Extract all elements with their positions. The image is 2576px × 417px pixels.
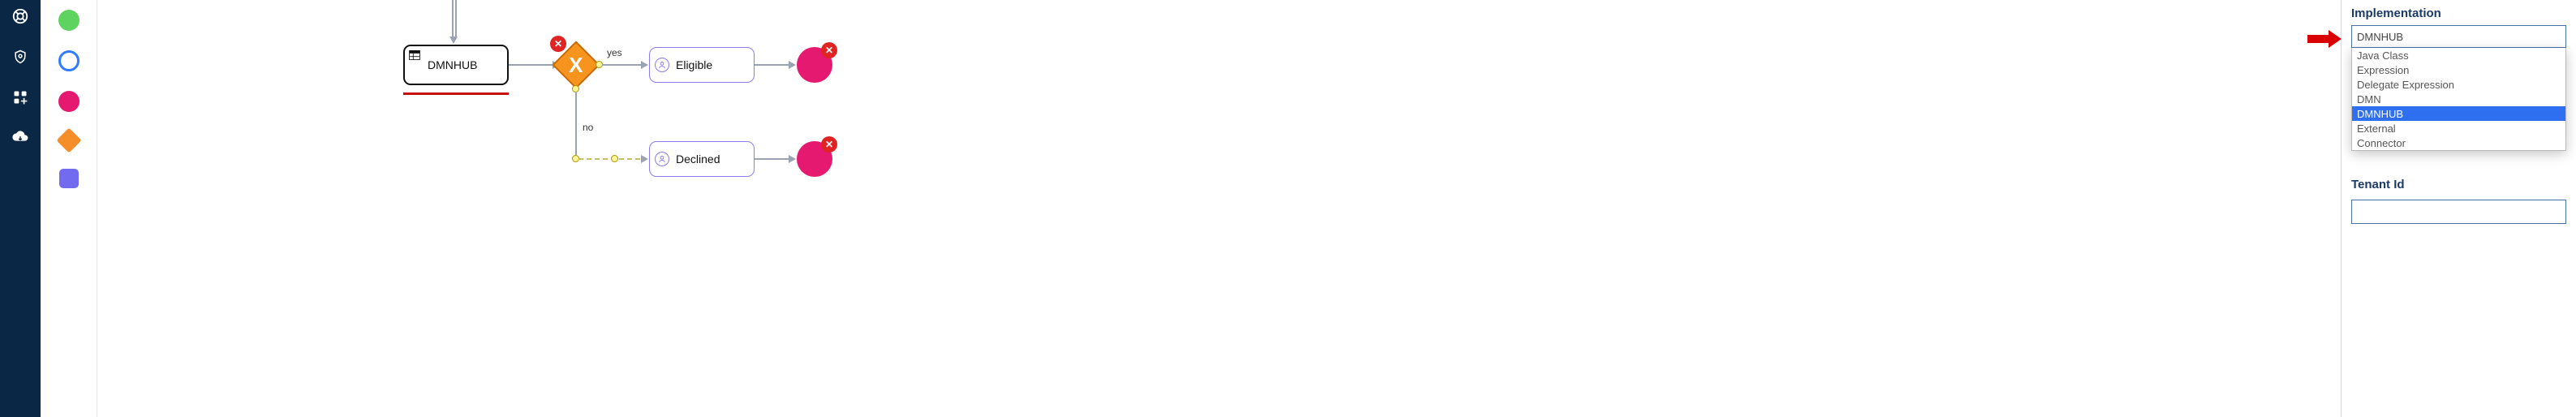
cloud-download-icon[interactable] <box>11 128 30 148</box>
service-task-dmnhub[interactable]: DMNHUB <box>403 45 509 85</box>
implementation-option[interactable]: Java Class <box>2352 48 2565 62</box>
palette-gateway[interactable] <box>56 127 81 153</box>
connector-segment <box>755 158 790 160</box>
task-label: Eligible <box>676 58 712 71</box>
bpmn-palette <box>41 0 97 417</box>
bpmn-canvas[interactable]: DMNHUB X ✕ yes no Eligible Declined <box>97 0 2341 417</box>
sequence-flow-handle[interactable] <box>611 155 618 162</box>
connector-segment <box>575 92 577 157</box>
palette-start-event[interactable] <box>58 10 80 31</box>
implementation-option-selected[interactable]: DMNHUB <box>2352 106 2565 121</box>
implementation-option[interactable]: Delegate Expression <box>2352 77 2565 92</box>
connector-segment <box>602 64 643 66</box>
task-label: DMNHUB <box>428 58 477 71</box>
arrowhead-icon <box>641 61 648 69</box>
implementation-select[interactable]: Java Class Expression Delegate Expressio… <box>2351 25 2566 48</box>
palette-end-event[interactable] <box>58 91 80 112</box>
palette-task[interactable] <box>59 169 79 188</box>
connector-segment <box>452 0 454 37</box>
implementation-select-input[interactable] <box>2351 25 2566 48</box>
arrowhead-icon <box>449 37 458 44</box>
implementation-option[interactable]: Expression <box>2352 62 2565 77</box>
exclusive-gateway[interactable]: X ✕ <box>552 41 600 89</box>
end-event-eligible[interactable]: ✕ <box>797 47 832 83</box>
connector-segment <box>578 158 642 160</box>
gateway-x-icon: X <box>569 54 583 75</box>
tenant-id-label: Tenant Id <box>2351 178 2566 191</box>
properties-panel: Implementation Java Class Expression Del… <box>2341 0 2576 417</box>
arrowhead-icon <box>641 155 648 163</box>
user-task-eligible[interactable]: Eligible <box>649 47 755 83</box>
implementation-option[interactable]: Connector <box>2352 135 2565 150</box>
flow-label-yes: yes <box>607 47 622 58</box>
connector-segment <box>455 0 457 37</box>
flow-label-no: no <box>583 122 593 133</box>
implementation-section-label: Implementation <box>2351 6 2566 20</box>
user-icon <box>655 58 669 72</box>
implementation-option[interactable]: DMN <box>2352 92 2565 106</box>
remove-badge-icon[interactable]: ✕ <box>550 36 566 52</box>
tenant-id-input[interactable] <box>2351 200 2566 224</box>
connector-segment <box>755 64 790 66</box>
business-rule-icon <box>409 50 420 60</box>
callout-arrow-icon <box>2307 30 2342 48</box>
user-task-declined[interactable]: Declined <box>649 141 755 177</box>
palette-intermediate-event[interactable] <box>58 50 80 71</box>
shield-icon[interactable] <box>11 47 30 67</box>
user-icon <box>655 152 669 166</box>
remove-badge-icon[interactable]: ✕ <box>821 42 837 58</box>
end-event-declined[interactable]: ✕ <box>797 141 832 177</box>
left-nav <box>0 0 41 417</box>
arrowhead-icon <box>789 61 796 69</box>
implementation-option[interactable]: External <box>2352 121 2565 135</box>
task-label: Declined <box>676 153 720 166</box>
apps-add-icon[interactable] <box>11 88 30 107</box>
validation-error-underline <box>403 92 509 95</box>
remove-badge-icon[interactable]: ✕ <box>821 136 837 153</box>
connector-segment <box>509 64 554 66</box>
life-ring-icon[interactable] <box>11 6 30 26</box>
arrowhead-icon <box>789 155 796 163</box>
implementation-dropdown-list: Java Class Expression Delegate Expressio… <box>2351 48 2566 151</box>
